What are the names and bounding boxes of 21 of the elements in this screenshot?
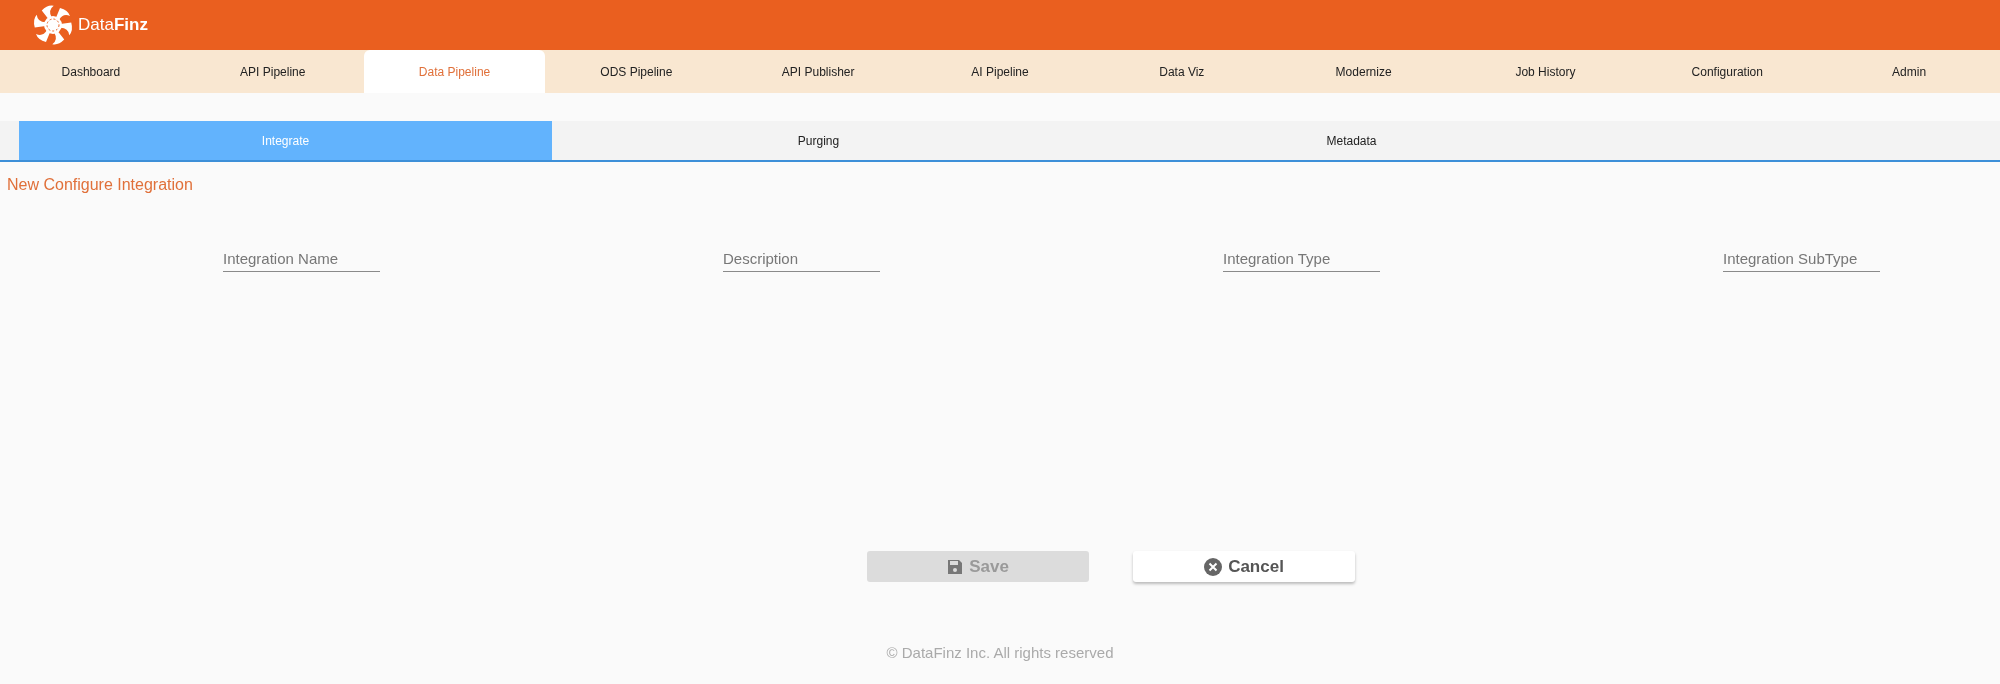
copyright-text: © DataFinz Inc. All rights reserved (886, 644, 1114, 661)
nav-tab[interactable]: Configuration (1636, 50, 1819, 93)
nav-tab[interactable]: Modernize (1272, 50, 1455, 93)
cancel-button[interactable]: Cancel (1133, 551, 1355, 582)
input-field[interactable]: Description (723, 246, 880, 272)
sub-tab[interactable]: Metadata (1085, 121, 1618, 160)
input-field[interactable]: Integration SubType (1723, 246, 1880, 272)
nav-tab[interactable]: Dashboard (0, 50, 182, 93)
nav-tab[interactable]: Job History (1454, 50, 1637, 93)
nav-tab[interactable]: API Publisher (727, 50, 910, 93)
input-field[interactable]: Integration Name (223, 246, 380, 272)
nav-tab[interactable]: ODS Pipeline (545, 50, 728, 93)
sub-tab[interactable]: Purging (552, 121, 1085, 160)
nav-tab[interactable]: Data Viz (1090, 50, 1273, 93)
nav-tab[interactable]: Admin (1818, 50, 2000, 93)
close-icon (1204, 557, 1223, 576)
logo-text: DataFinz (78, 15, 148, 35)
form-title: New Configure Integration (7, 176, 193, 194)
input-field[interactable]: Integration Type (1223, 246, 1380, 272)
nav-tab[interactable]: API Pipeline (181, 50, 364, 93)
nav-tab[interactable]: AI Pipeline (909, 50, 1091, 93)
